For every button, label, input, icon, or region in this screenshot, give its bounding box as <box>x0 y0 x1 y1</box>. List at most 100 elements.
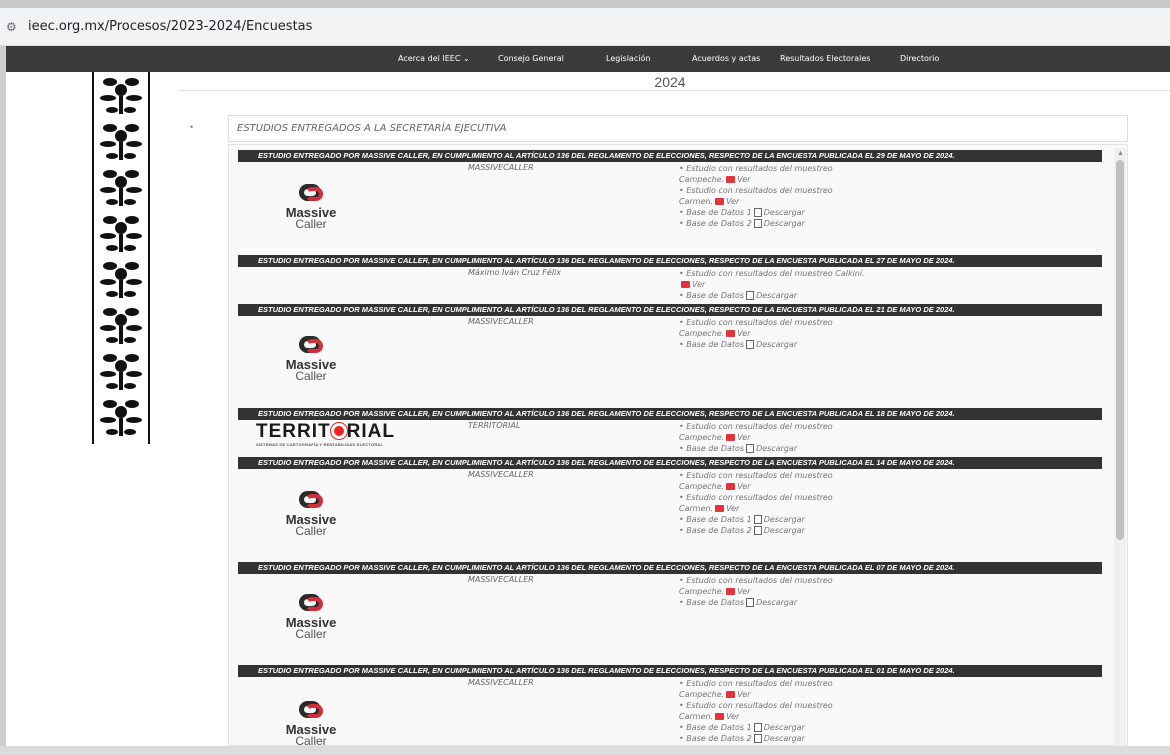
view-link[interactable]: Ver <box>726 197 739 206</box>
document-icon[interactable] <box>746 291 755 300</box>
logo-text: Caller <box>295 217 327 231</box>
document-icon[interactable] <box>753 723 762 732</box>
download-line-text: • Estudio con resultados del muestreo Ca… <box>679 269 865 278</box>
download-line-text: • Estudio con resultados del muestreo <box>679 576 833 585</box>
logo-tagline: SISTEMAS DE CARTOGRAFÍA Y RENTABILIDAD E… <box>256 442 384 447</box>
download-line: Campeche. Ver <box>679 481 879 492</box>
view-link[interactable]: Ver <box>737 690 750 699</box>
section-title[interactable]: ESTUDIOS ENTREGADOS A LA SECRETARÍA EJEC… <box>228 115 1128 142</box>
download-link[interactable]: Descargar <box>764 219 805 228</box>
download-line-text: Campeche. <box>679 329 725 338</box>
document-icon[interactable] <box>753 526 762 535</box>
pdf-icon[interactable] <box>726 483 736 490</box>
nav-item-directorio[interactable]: Directorio <box>900 54 939 63</box>
download-link[interactable]: Descargar <box>756 444 797 453</box>
download-link[interactable]: Descargar <box>764 723 805 732</box>
view-link[interactable]: Ver <box>726 712 739 721</box>
logo-text: Caller <box>295 627 327 641</box>
pdf-icon[interactable] <box>726 330 736 337</box>
download-line: • Estudio con resultados del muestreo <box>679 163 879 174</box>
download-line-text: • Estudio con resultados del muestreo <box>679 493 833 502</box>
nav-item-acerca[interactable]: Acerca del IEEC ⌄ <box>398 54 470 63</box>
download-line: • Base de Datos 1 Descargar <box>679 722 879 733</box>
pdf-icon[interactable] <box>726 434 736 441</box>
view-link[interactable]: Ver <box>737 482 750 491</box>
download-line: Campeche. Ver <box>679 328 879 339</box>
url-text[interactable]: ieec.org.mx/Procesos/2023-2024/Encuestas <box>28 19 312 34</box>
nav-item-resultados[interactable]: Resultados Electorales <box>780 54 870 63</box>
document-icon[interactable] <box>753 515 762 524</box>
study-downloads: • Estudio con resultados del muestreo Cam… <box>679 470 879 536</box>
download-link[interactable]: Descargar <box>764 515 805 524</box>
document-icon[interactable] <box>746 340 755 349</box>
address-bar[interactable]: ⚙ ieec.org.mx/Procesos/2023-2024/Encuest… <box>0 8 1170 46</box>
nav-item-acuerdos[interactable]: Acuerdos y actas <box>692 54 760 63</box>
view-link[interactable]: Ver <box>737 587 750 596</box>
download-link[interactable]: Descargar <box>756 340 797 349</box>
panel-scrollbar[interactable]: ▲ <box>1114 148 1126 746</box>
document-icon[interactable] <box>746 598 755 607</box>
study-downloads: • Estudio con resultados del muestreo Cam… <box>679 678 879 744</box>
divider <box>178 90 1170 91</box>
download-link[interactable]: Descargar <box>764 208 805 217</box>
chat-bubbles-icon <box>297 592 325 614</box>
pdf-icon[interactable] <box>715 198 725 205</box>
download-line-text: • Estudio con resultados del muestreo <box>679 186 833 195</box>
view-link[interactable]: Ver <box>692 280 705 289</box>
download-line-text: • Base de Datos 1 <box>679 723 752 732</box>
download-line-text: • Base de Datos 2 <box>679 734 752 743</box>
download-line: Campeche. Ver <box>679 586 879 597</box>
study-header: ESTUDIO ENTREGADO POR MASSIVE CALLER, EN… <box>238 408 1102 420</box>
document-icon[interactable] <box>753 208 762 217</box>
download-line: Carmen. Ver <box>679 503 879 514</box>
download-line: Campeche. Ver <box>679 174 879 185</box>
download-link[interactable]: Descargar <box>764 526 805 535</box>
download-line: • Base de Datos 1 Descargar <box>679 514 879 525</box>
download-line: • Base de Datos 2 Descargar <box>679 525 879 536</box>
study-provider: MASSIVECALLER <box>468 575 534 584</box>
scroll-up-icon[interactable]: ▲ <box>1117 150 1124 157</box>
pdf-icon[interactable] <box>715 713 725 720</box>
document-icon[interactable] <box>746 444 755 453</box>
view-link[interactable]: Ver <box>737 175 750 184</box>
study-provider: TERRITORIAL <box>468 421 521 430</box>
view-link[interactable]: Ver <box>737 433 750 442</box>
download-line: • Estudio con resultados del muestreo <box>679 421 879 432</box>
pdf-icon[interactable] <box>715 505 725 512</box>
nav-item-consejo[interactable]: Consejo General <box>498 54 564 63</box>
download-line: • Base de Datos Descargar <box>679 443 879 454</box>
logo-text: Caller <box>295 734 327 748</box>
pdf-icon[interactable] <box>726 588 736 595</box>
study-downloads: • Estudio con resultados del muestreo Cam… <box>679 317 879 350</box>
download-link[interactable]: Descargar <box>756 598 797 607</box>
document-icon[interactable] <box>753 734 762 743</box>
pdf-icon[interactable] <box>726 691 736 698</box>
download-line-text: • Estudio con resultados del muestreo <box>679 701 833 710</box>
download-line-text: • Estudio con resultados del muestreo <box>679 471 833 480</box>
download-link[interactable]: Descargar <box>756 291 797 300</box>
download-line-text: • Base de Datos <box>679 598 745 607</box>
chat-bubbles-icon <box>297 489 325 511</box>
download-line-text: • Estudio con resultados del muestreo <box>679 679 833 688</box>
download-line-text: • Estudio con resultados del muestreo <box>679 318 833 327</box>
study-downloads: • Estudio con resultados del muestreo Cam… <box>679 421 879 454</box>
view-link[interactable]: Ver <box>737 329 750 338</box>
scrollbar-thumb[interactable] <box>1116 160 1124 540</box>
study-provider: Máximo Iván Cruz Félix <box>468 268 561 277</box>
study-header: ESTUDIO ENTREGADO POR MASSIVE CALLER, EN… <box>238 255 1102 267</box>
download-line: • Estudio con resultados del muestreo Ca… <box>679 268 879 279</box>
study-entry: ESTUDIO ENTREGADO POR MASSIVE CALLER, EN… <box>238 408 1102 453</box>
view-link[interactable]: Ver <box>726 504 739 513</box>
document-icon[interactable] <box>753 219 762 228</box>
download-link[interactable]: Descargar <box>764 734 805 743</box>
download-line: • Estudio con resultados del muestreo <box>679 492 879 503</box>
download-line-text: • Base de Datos <box>679 291 745 300</box>
massive-caller-logo: Massive Caller <box>276 699 346 755</box>
pdf-icon[interactable] <box>681 281 690 288</box>
pdf-icon[interactable] <box>726 176 736 183</box>
download-line: • Estudio con resultados del muestreo <box>679 575 879 586</box>
tune-icon[interactable]: ⚙ <box>6 20 20 34</box>
nav-item-legislacion[interactable]: Legislación <box>606 54 650 63</box>
download-line: • Base de Datos 2 Descargar <box>679 733 879 744</box>
download-line-text: Carmen. <box>679 197 714 206</box>
